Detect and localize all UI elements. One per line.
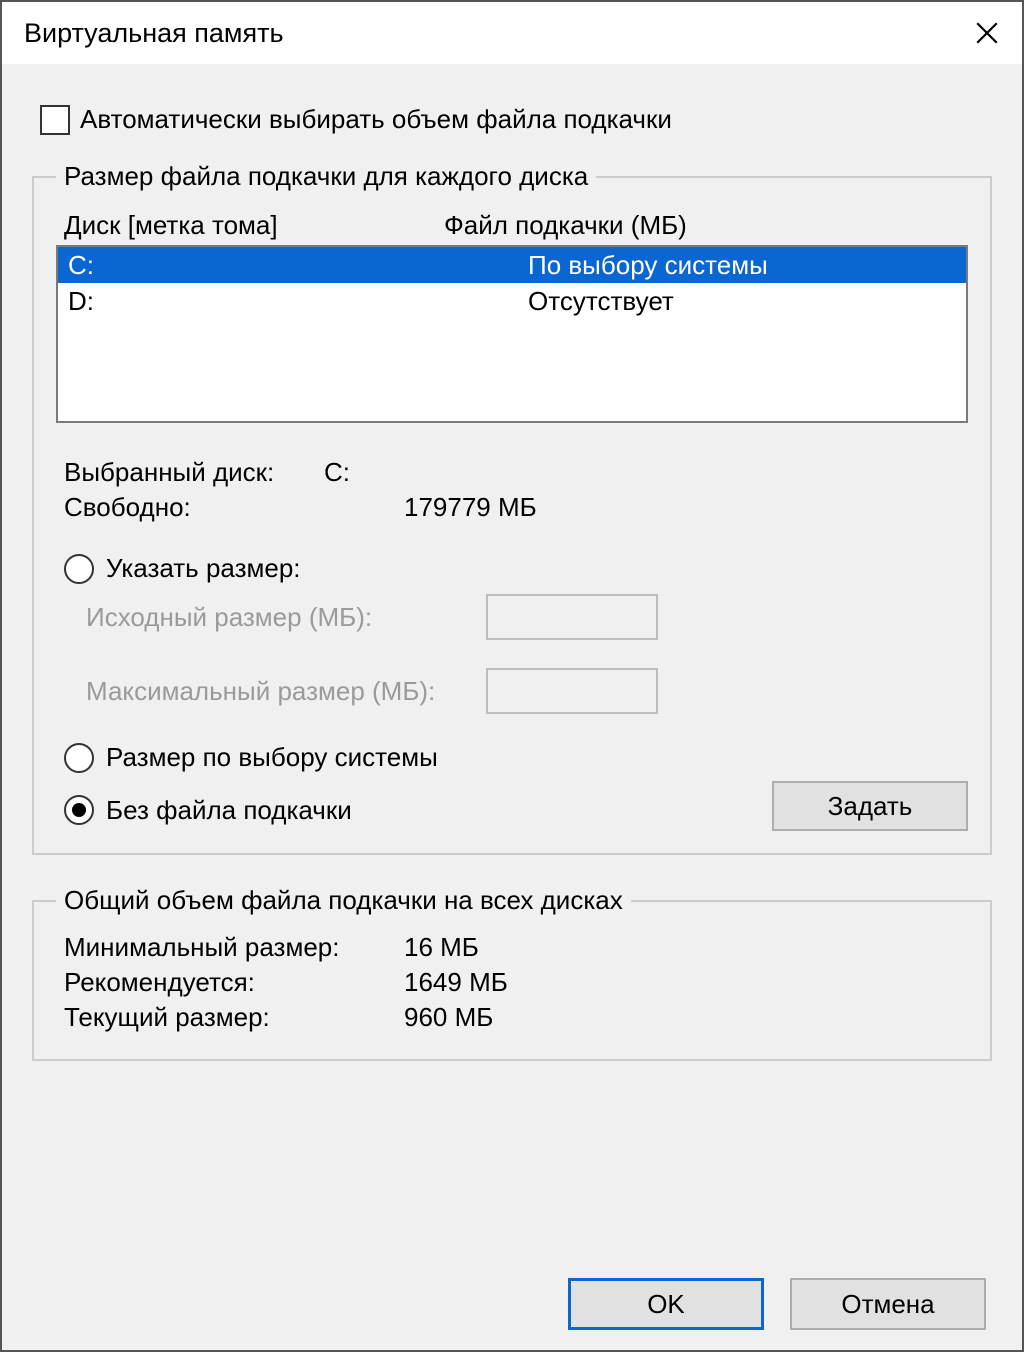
auto-manage-checkbox-row[interactable]: Автоматически выбирать объем файла подка… (40, 104, 984, 135)
ok-button[interactable]: OK (568, 1278, 764, 1330)
selected-drive-value: C: (324, 457, 968, 488)
checkbox-icon (40, 105, 70, 135)
free-space-label: Свободно: (64, 492, 404, 523)
drive-letter: C: (68, 250, 528, 281)
radio-system-managed[interactable]: Размер по выбору системы (64, 742, 968, 773)
current-size-label: Текущий размер: (64, 1002, 404, 1033)
totals-group: Общий объем файла подкачки на всех диска… (32, 885, 992, 1061)
close-button[interactable] (960, 6, 1014, 60)
drive-list-headers: Диск [метка тома] Файл подкачки (МБ) (64, 210, 968, 241)
max-size-row: Максимальный размер (МБ): (86, 668, 968, 714)
drive-pagefile: Отсутствует (528, 286, 956, 317)
radio-icon (64, 554, 94, 584)
set-button[interactable]: Задать (772, 781, 968, 831)
radio-icon (64, 795, 94, 825)
recommended-value: 1649 МБ (404, 967, 968, 998)
totals-legend: Общий объем файла подкачки на всех диска… (56, 885, 631, 916)
free-space-value: 179779 МБ (404, 492, 968, 523)
drive-row[interactable]: C: По выбору системы (58, 247, 966, 283)
min-size-label: Минимальный размер: (64, 932, 404, 963)
window-title: Виртуальная память (24, 18, 284, 49)
recommended-label: Рекомендуется: (64, 967, 404, 998)
radio-none-label: Без файла подкачки (106, 795, 352, 826)
max-size-label: Максимальный размер (МБ): (86, 676, 486, 707)
header-pagefile: Файл подкачки (МБ) (444, 210, 968, 241)
drive-pagefile: По выбору системы (528, 250, 956, 281)
radio-custom-size[interactable]: Указать размер: (64, 553, 968, 584)
close-icon (974, 20, 1000, 46)
initial-size-row: Исходный размер (МБ): (86, 594, 968, 640)
initial-size-input (486, 594, 658, 640)
initial-size-label: Исходный размер (МБ): (86, 602, 486, 633)
dialog-content: Автоматически выбирать объем файла подка… (2, 64, 1022, 1350)
radio-no-paging-file[interactable]: Без файла подкачки (64, 795, 352, 826)
free-space-row: Свободно: 179779 МБ (64, 492, 968, 523)
selected-drive-label: Выбранный диск: (64, 457, 324, 488)
recommended-size-row: Рекомендуется: 1649 МБ (64, 967, 968, 998)
min-size-value: 16 МБ (404, 932, 968, 963)
current-size-row: Текущий размер: 960 МБ (64, 1002, 968, 1033)
radio-system-label: Размер по выбору системы (106, 742, 438, 773)
dialog-footer: OK Отмена (32, 1266, 992, 1330)
drive-list[interactable]: C: По выбору системы D: Отсутствует (56, 245, 968, 423)
drive-letter: D: (68, 286, 528, 317)
per-drive-legend: Размер файла подкачки для каждого диска (56, 161, 596, 192)
selected-drive-row: Выбранный диск: C: (64, 457, 968, 488)
auto-manage-label: Автоматически выбирать объем файла подка… (80, 104, 672, 135)
header-drive: Диск [метка тома] (64, 210, 444, 241)
titlebar: Виртуальная память (2, 2, 1022, 64)
cancel-button[interactable]: Отмена (790, 1278, 986, 1330)
per-drive-group: Размер файла подкачки для каждого диска … (32, 161, 992, 855)
drive-row[interactable]: D: Отсутствует (58, 283, 966, 319)
radio-custom-label: Указать размер: (106, 553, 301, 584)
radio-icon (64, 743, 94, 773)
max-size-input (486, 668, 658, 714)
virtual-memory-dialog: Виртуальная память Автоматически выбират… (0, 0, 1024, 1352)
min-size-row: Минимальный размер: 16 МБ (64, 932, 968, 963)
current-size-value: 960 МБ (404, 1002, 968, 1033)
